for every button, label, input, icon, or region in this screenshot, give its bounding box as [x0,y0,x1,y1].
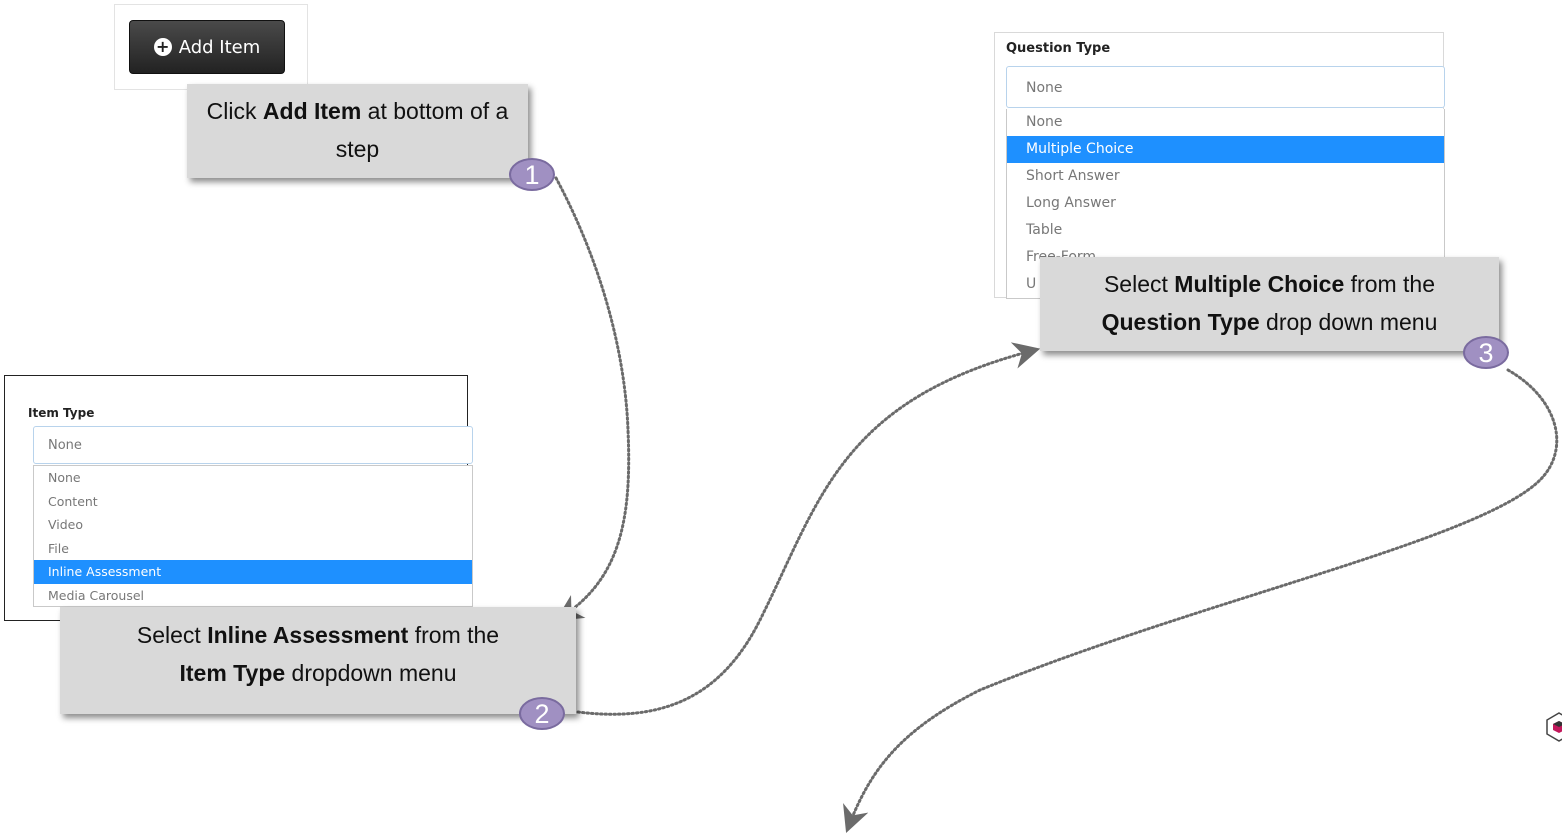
step2-callout: Select Inline Assessment from the Item T… [60,607,576,714]
step3-callout: Select Multiple Choice from the Question… [1040,257,1499,351]
logo-icon [1546,712,1562,742]
step-number-badge: 1 [509,158,555,191]
step1-callout: Click Add Item at bottom of a step [187,84,528,178]
arrow-step2-to-step3 [576,342,1041,716]
arrow-step1-to-step2 [554,176,631,621]
arrow-step3-onward [843,368,1559,834]
step-number-badge: 2 [519,697,565,730]
step-number-badge: 3 [1463,336,1509,369]
